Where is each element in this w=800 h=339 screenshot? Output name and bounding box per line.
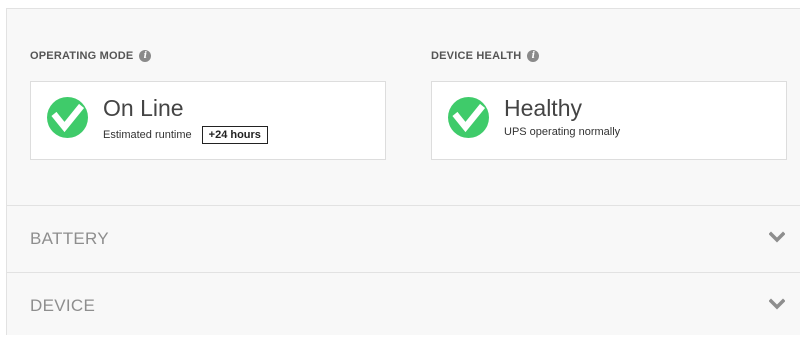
check-circle-icon: [47, 97, 88, 138]
operating-mode-status: On Line: [103, 95, 184, 121]
info-icon[interactable]: i: [527, 50, 540, 62]
device-health-card: Healthy UPS operating normally: [431, 81, 787, 160]
operating-mode-heading: OPERATING MODE i: [30, 50, 152, 62]
device-health-status: Healthy: [504, 95, 582, 121]
battery-section-toggle[interactable]: BATTERY: [7, 206, 800, 272]
runtime-line: Estimated runtime +24 hours: [103, 126, 268, 144]
battery-section-label: BATTERY: [30, 229, 109, 248]
runtime-label: Estimated runtime: [103, 129, 192, 141]
info-icon[interactable]: i: [139, 50, 152, 62]
check-circle-icon: [448, 97, 489, 138]
operating-mode-label: OPERATING MODE: [30, 50, 134, 62]
device-section-toggle[interactable]: DEVICE: [7, 273, 800, 339]
device-section-label: DEVICE: [30, 296, 96, 315]
chevron-down-icon[interactable]: [769, 231, 785, 243]
device-health-heading: DEVICE HEALTH i: [431, 50, 540, 62]
runtime-badge: +24 hours: [201, 126, 268, 144]
health-detail-line: UPS operating normally: [504, 126, 620, 138]
operating-mode-card: On Line Estimated runtime +24 hours: [30, 81, 386, 160]
chevron-down-icon[interactable]: [769, 298, 785, 310]
status-panel: OPERATING MODE i On Line Estimated runti…: [6, 8, 800, 335]
health-detail: UPS operating normally: [504, 126, 621, 138]
device-health-label: DEVICE HEALTH: [431, 50, 522, 62]
